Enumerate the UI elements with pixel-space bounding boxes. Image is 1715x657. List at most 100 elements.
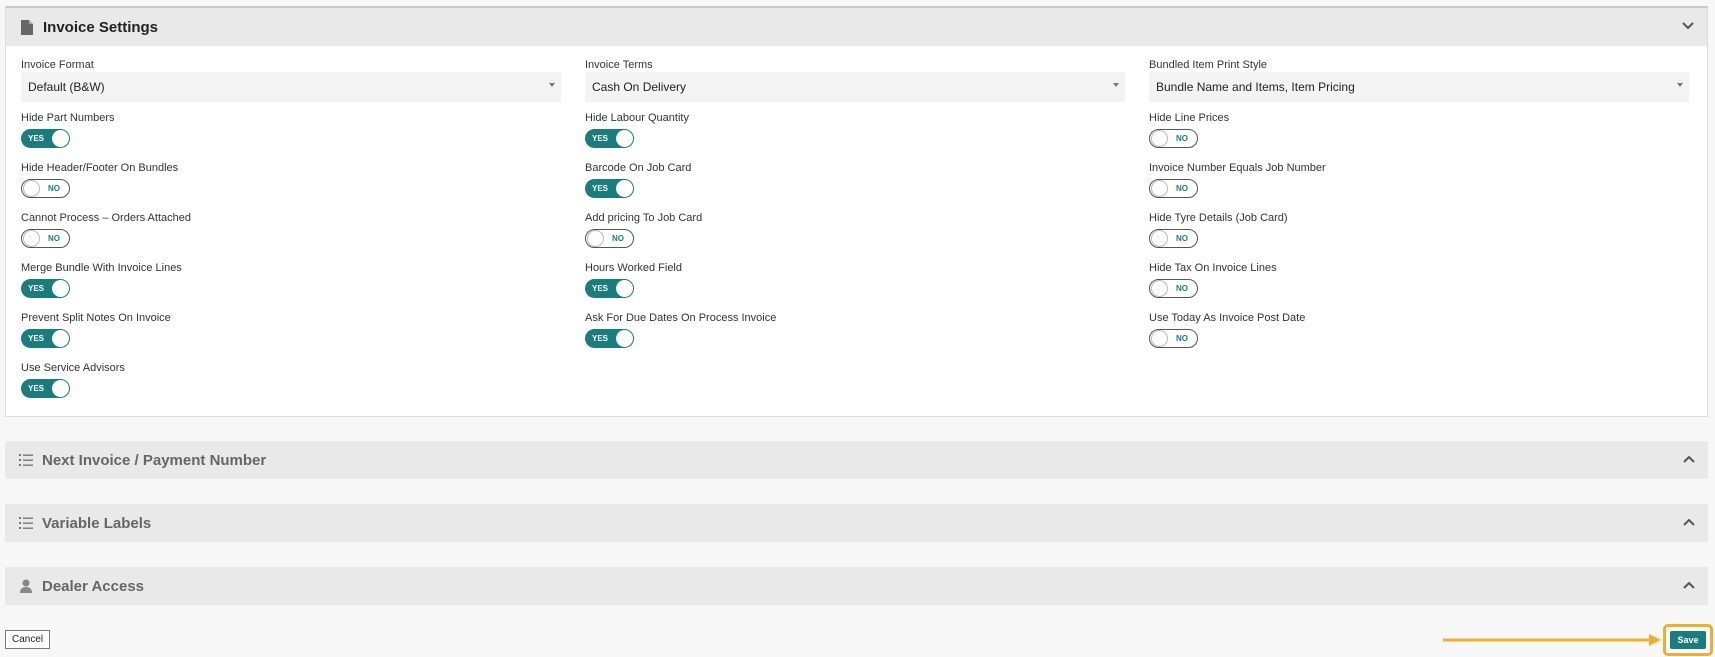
hide-part-numbers-toggle[interactable]: YES	[21, 129, 70, 148]
bundled-print-style-select[interactable]: Bundle Name and Items, Item Pricing	[1149, 72, 1689, 102]
use-service-advisors-toggle[interactable]: YES	[21, 379, 70, 398]
chevron-up-icon[interactable]	[1682, 515, 1696, 529]
bundled-print-style-label: Bundled Item Print Style	[1149, 59, 1268, 71]
section-title: Next Invoice / Payment Number	[42, 451, 267, 469]
invoice-format-label: Invoice Format	[21, 59, 94, 71]
toggle-state: NO	[1176, 134, 1188, 143]
save-button[interactable]: Save	[1670, 631, 1706, 649]
toggle-label: Hide Part Numbers	[21, 112, 115, 124]
toggle-label: Hide Tyre Details (Job Card)	[1149, 212, 1288, 224]
variable-labels-panel: Variable Labels	[5, 504, 1708, 542]
toggle-knob	[23, 180, 40, 197]
next-invoice-panel: Next Invoice / Payment Number	[5, 441, 1708, 479]
dealer-access-header[interactable]: Dealer Access	[5, 567, 1708, 605]
caret-down-icon	[1677, 83, 1683, 87]
toggle-knob	[616, 130, 633, 147]
toggle-knob	[52, 280, 69, 297]
numbered-list-icon	[19, 452, 33, 468]
caret-down-icon	[549, 83, 555, 87]
toggle-knob	[616, 330, 633, 347]
toggle-state: YES	[28, 134, 45, 143]
toggle-state: YES	[592, 134, 609, 143]
toggle-knob	[587, 230, 604, 247]
toggle-knob	[1151, 230, 1168, 247]
toggle-state: YES	[28, 284, 45, 293]
save-button-highlight: Save	[1663, 624, 1713, 656]
invoice-terms-value: Cash On Delivery	[592, 80, 687, 94]
toggle-label: Merge Bundle With Invoice Lines	[21, 262, 182, 274]
toggle-state: NO	[1176, 184, 1188, 193]
document-icon	[20, 19, 34, 35]
section-title: Dealer Access	[42, 577, 145, 595]
toggle-knob	[23, 230, 40, 247]
toggle-knob	[1151, 130, 1168, 147]
toggle-label: Invoice Number Equals Job Number	[1149, 162, 1326, 174]
toggle-state: NO	[48, 234, 60, 243]
bundled-print-style-value: Bundle Name and Items, Item Pricing	[1156, 80, 1355, 94]
toggle-knob	[52, 380, 69, 397]
invoice-terms-label: Invoice Terms	[585, 59, 653, 71]
prevent-split-notes-toggle[interactable]: YES	[21, 329, 70, 348]
toggle-state: NO	[1176, 234, 1188, 243]
use-today-post-date-toggle[interactable]: NO	[1149, 329, 1198, 348]
section-title: Variable Labels	[42, 514, 152, 532]
toggle-state: NO	[1176, 334, 1188, 343]
dealer-access-panel: Dealer Access	[5, 567, 1708, 605]
invoice-equals-job-toggle[interactable]: NO	[1149, 179, 1198, 198]
invoice-format-value: Default (B&W)	[28, 80, 105, 94]
toggle-state: NO	[1176, 284, 1188, 293]
ask-due-dates-toggle[interactable]: YES	[585, 329, 634, 348]
toggle-state: YES	[592, 284, 609, 293]
toggle-state: YES	[592, 334, 609, 343]
toggle-state: YES	[28, 384, 45, 393]
numbered-list-icon	[19, 515, 33, 531]
chevron-up-icon[interactable]	[1682, 452, 1696, 466]
hide-line-prices-toggle[interactable]: NO	[1149, 129, 1198, 148]
toggle-knob	[616, 180, 633, 197]
toggle-state: YES	[592, 184, 609, 193]
chevron-up-icon[interactable]	[1682, 578, 1696, 592]
next-invoice-header[interactable]: Next Invoice / Payment Number	[5, 441, 1708, 479]
cancel-button[interactable]: Cancel	[5, 630, 51, 649]
caret-down-icon	[1113, 83, 1119, 87]
invoice-format-select[interactable]: Default (B&W)	[21, 72, 561, 102]
hide-labour-quantity-toggle[interactable]: YES	[585, 129, 634, 148]
merge-bundle-toggle[interactable]: YES	[21, 279, 70, 298]
toggle-label: Ask For Due Dates On Process Invoice	[585, 312, 777, 324]
chevron-down-icon[interactable]	[1681, 19, 1695, 33]
toggle-label: Prevent Split Notes On Invoice	[21, 312, 171, 324]
toggle-label: Hide Line Prices	[1149, 112, 1230, 124]
hide-tyre-details-toggle[interactable]: NO	[1149, 229, 1198, 248]
toggle-knob	[1151, 330, 1168, 347]
toggle-state: NO	[612, 234, 624, 243]
barcode-on-job-card-toggle[interactable]: YES	[585, 179, 634, 198]
toggle-state: YES	[28, 334, 45, 343]
add-pricing-toggle[interactable]: NO	[585, 229, 634, 248]
toggle-knob	[616, 280, 633, 297]
toggle-knob	[52, 330, 69, 347]
toggle-label: Hide Header/Footer On Bundles	[21, 162, 179, 174]
section-title: Invoice Settings	[43, 18, 159, 36]
toggle-label: Hours Worked Field	[585, 262, 682, 274]
toggle-knob	[1151, 180, 1168, 197]
toggle-state: NO	[48, 184, 60, 193]
invoice-terms-select[interactable]: Cash On Delivery	[585, 72, 1125, 102]
toggle-label: Use Service Advisors	[21, 362, 125, 374]
toggle-label: Barcode On Job Card	[585, 162, 692, 174]
hide-header-footer-toggle[interactable]: NO	[21, 179, 70, 198]
toggle-label: Hide Tax On Invoice Lines	[1149, 262, 1277, 274]
toggle-knob	[1151, 280, 1168, 297]
toggle-label: Hide Labour Quantity	[585, 112, 689, 124]
hours-worked-toggle[interactable]: YES	[585, 279, 634, 298]
toggle-knob	[52, 130, 69, 147]
invoice-settings-header[interactable]: Invoice Settings	[6, 8, 1707, 46]
toggle-label: Use Today As Invoice Post Date	[1149, 312, 1306, 324]
invoice-settings-panel: Invoice Settings Invoice Format Default …	[5, 6, 1708, 417]
toggle-label: Cannot Process – Orders Attached	[21, 212, 191, 224]
cannot-process-toggle[interactable]: NO	[21, 229, 70, 248]
user-icon	[19, 578, 33, 594]
toggle-label: Add pricing To Job Card	[585, 212, 703, 224]
variable-labels-header[interactable]: Variable Labels	[5, 504, 1708, 542]
hide-tax-toggle[interactable]: NO	[1149, 279, 1198, 298]
arrow-right-icon	[1443, 634, 1661, 646]
